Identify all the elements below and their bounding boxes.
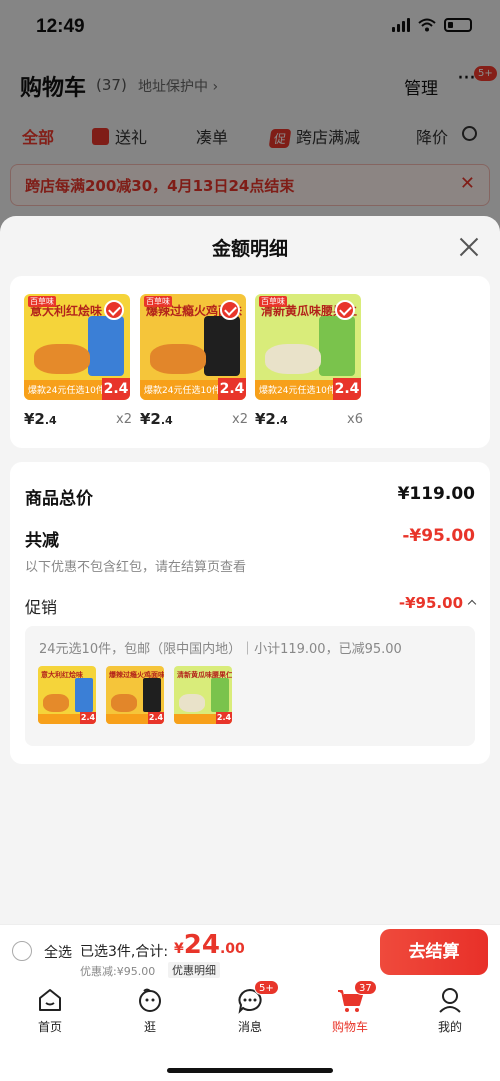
check-icon: [220, 300, 240, 320]
chevron-up-icon: [467, 599, 477, 609]
home-icon: [36, 986, 64, 1014]
discount-note: 以下优惠不包含红包，请在结算页查看: [25, 560, 247, 575]
total-reduce-value: -¥95.00: [402, 526, 475, 546]
summary-card: 商品总价 ¥119.00 共减 -¥95.00 以下优惠不包含红包，请在结算页查…: [10, 462, 490, 764]
tab-profile[interactable]: 我的: [410, 986, 490, 1035]
browse-icon: [136, 986, 164, 1014]
home-indicator: [167, 1068, 333, 1073]
product-thumbnail: 爆辣过瘾火鸡面味 百草味 爆款24元任选10件 2.4: [140, 294, 246, 400]
tab-browse[interactable]: 逛: [110, 986, 190, 1035]
close-icon[interactable]: [458, 236, 480, 258]
message-badge: 5+: [254, 980, 279, 995]
profile-icon: [436, 986, 464, 1014]
total-price-value: ¥119.00: [397, 484, 475, 504]
product-thumbnail: 意大利红烩味 百草味 爆款24元任选10件 2.4: [24, 294, 130, 400]
product-price: ¥2.4: [140, 410, 173, 428]
product-price: ¥2.4: [255, 410, 288, 428]
sheet-title: 金额明细: [211, 238, 288, 260]
checkout-bar: 全选 已选3件,合计: ¥24.00 优惠减:¥95.00 优惠明细 去结算: [0, 924, 500, 980]
message-icon: 5+: [236, 980, 279, 1014]
product-item[interactable]: 清新黄瓜味腰果仁 百草味 爆款24元任选10件 2.4 ¥2.4 x6: [255, 294, 363, 428]
promo-product-thumbnail: 爆辣过瘾火鸡面味 2.4: [106, 666, 164, 724]
selected-count: 已选3件,合计:: [80, 944, 169, 960]
tab-messages[interactable]: 5+ 消息: [210, 980, 290, 1035]
promo-description: 24元选10件，包邮（限中国内地）｜小计119.00，已减95.00: [39, 642, 402, 657]
total-reduce-label: 共减: [25, 531, 59, 551]
discount-detail-link[interactable]: 优惠明细: [168, 962, 220, 978]
bottom-tab-bar: 首页 逛 5+ 消息 37 购物车 我的: [0, 980, 500, 1081]
promo-product-thumbnail: 意大利红烩味 2.4: [38, 666, 96, 724]
check-icon: [104, 300, 124, 320]
product-quantity: x2: [116, 412, 132, 427]
tab-cart[interactable]: 37 购物车: [310, 980, 390, 1035]
promo-detail-box: 24元选10件，包邮（限中国内地）｜小计119.00，已减95.00 意大利红烩…: [25, 626, 475, 746]
check-icon: [335, 300, 355, 320]
product-quantity: x6: [347, 412, 363, 427]
select-all-radio[interactable]: [12, 941, 32, 961]
product-price: ¥2.4: [24, 410, 57, 428]
total-price-label: 商品总价: [25, 489, 93, 509]
tab-home[interactable]: 首页: [10, 986, 90, 1035]
product-item[interactable]: 意大利红烩味 百草味 爆款24元任选10件 2.4 ¥2.4 x2: [24, 294, 132, 428]
product-thumbnail: 清新黄瓜味腰果仁 百草味 爆款24元任选10件 2.4: [255, 294, 361, 400]
checkout-button[interactable]: 去结算: [380, 929, 488, 975]
cart-icon: 37: [336, 980, 377, 1014]
cart-badge: 37: [354, 980, 377, 995]
discount-amount: 优惠减:¥95.00: [80, 965, 156, 978]
products-card: 意大利红烩味 百草味 爆款24元任选10件 2.4 ¥2.4 x2 爆辣过瘾火鸡…: [10, 276, 490, 448]
product-quantity: x2: [232, 412, 248, 427]
promo-toggle[interactable]: -¥95.00: [399, 594, 477, 612]
amount-detail-sheet: 金额明细 意大利红烩味 百草味 爆款24元任选10件 2.4 ¥2.4 x2 爆…: [0, 216, 500, 924]
total-amount: ¥24.00: [174, 930, 245, 960]
promo-product-thumbnail: 清新黄瓜味腰果仁 2.4: [174, 666, 232, 724]
product-item[interactable]: 爆辣过瘾火鸡面味 百草味 爆款24元任选10件 2.4 ¥2.4 x2: [140, 294, 248, 428]
select-all-label[interactable]: 全选: [44, 942, 72, 962]
promo-label: 促销: [25, 598, 58, 617]
